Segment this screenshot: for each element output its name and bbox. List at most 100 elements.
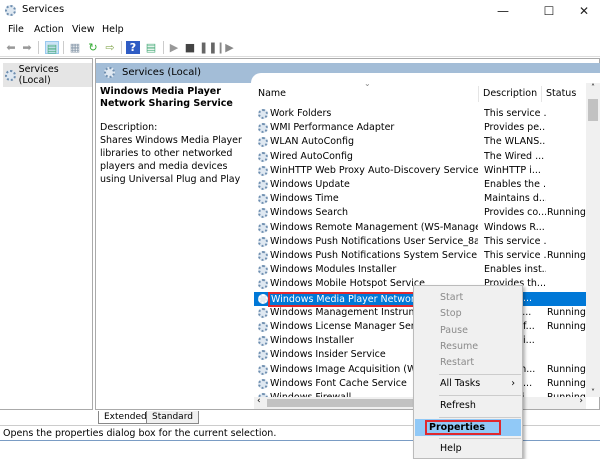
service-name: Work Folders [270,108,332,119]
scroll-thumb[interactable] [267,399,417,407]
selected-service-title: Windows Media Player Network Sharing Ser… [100,86,233,109]
menu-item-restart: Restart [440,357,475,368]
stop-service-icon[interactable]: ■ [183,41,197,54]
service-row[interactable]: WLAN AutoConfig The WLANS... [254,135,586,149]
tree-item-services-local[interactable]: Services (Local) [3,63,92,87]
service-row[interactable]: Windows Remote Management (WS-Management… [254,221,586,235]
service-gear-icon [258,350,268,361]
console-icon[interactable]: ▤ [144,41,158,54]
service-name: Windows Insider Service [270,349,386,361]
service-gear-icon [258,307,268,318]
menu-item-all-tasks[interactable]: All Tasks › [415,375,521,392]
service-name: Windows Push Notifications System Servic… [270,250,478,261]
service-row[interactable]: Windows Time Maintains d... [254,192,586,206]
service-description: The Wired ... [484,150,545,162]
menu-file[interactable]: File [8,24,24,35]
menu-item-start: Start [440,292,464,303]
pane-header-title: Services (Local) [122,67,202,78]
service-description: This service ... [484,235,546,247]
forward-icon[interactable]: ➡ [20,41,34,54]
menu-item-label: Properties [425,420,501,435]
service-gear-icon [258,265,268,276]
service-name: Wired AutoConfig [270,150,353,162]
service-description: Provides pe... [484,122,546,134]
start-service-icon[interactable]: ▶ [167,41,181,54]
service-row[interactable]: Wired AutoConfig The Wired ... [254,150,586,164]
service-name-cell: Windows Modules Installer [258,263,478,277]
service-row[interactable]: Windows Update Enables the ... [254,178,586,192]
service-row[interactable]: Work Folders This service ... [254,107,586,121]
service-name: Windows Update [270,179,350,190]
column-header-status[interactable]: Status [542,86,586,102]
service-status: Running [547,250,586,261]
service-name: Windows Mobile Hotspot Service [270,278,425,290]
service-description: This service ... [484,108,546,119]
service-name-cell: WinHTTP Web Proxy Auto-Discovery Service [258,164,478,178]
vertical-scrollbar[interactable]: ˄ ˅ [586,83,600,397]
menu-action[interactable]: Action [34,24,64,35]
service-row[interactable]: WinHTTP Web Proxy Auto-Discovery Service… [254,164,586,178]
restart-service-icon[interactable]: ❙▶ [216,41,234,54]
menu-item-properties[interactable]: Properties [415,419,521,436]
menu-item-resume: Resume [440,341,479,352]
menu-item-label: All Tasks [440,378,481,389]
menu-item-pause: Pause [440,325,468,336]
service-row[interactable]: Windows Push Notifications User Service_… [254,235,586,249]
services-gear-icon [104,67,115,78]
service-description: Enables inst... [484,264,546,276]
scroll-thumb[interactable] [588,99,598,121]
service-name: Windows Time [270,193,339,205]
column-header-description[interactable]: Description [479,86,542,102]
pause-service-icon[interactable]: ❚❚ [199,41,217,54]
menu-item-refresh[interactable]: Refresh [415,397,521,414]
service-name-cell: Windows Time [258,192,478,206]
submenu-arrow-icon: › [511,378,515,389]
service-description: This service ... [484,250,546,261]
menu-item-help[interactable]: Help [415,440,521,457]
window-title: Services [22,4,65,15]
services-gear-icon [5,69,16,81]
title-bar: Services — ☐ ✕ [0,0,600,22]
service-row[interactable]: WMI Performance Adapter Provides pe... [254,121,586,135]
service-gear-icon [258,364,268,375]
service-name: Windows Modules Installer [270,264,397,276]
service-gear-icon [258,109,268,119]
service-description: The WLANS... [484,136,546,148]
service-gear-icon [258,165,268,176]
tree-item-label: Services (Local) [18,64,59,86]
service-gear-icon [258,322,268,332]
service-row[interactable]: Windows Search Provides co... Running [254,206,586,220]
properties-sheet-icon[interactable]: ▦ [68,41,82,54]
services-gear-icon [5,5,16,16]
description-panel: Windows Media Player Network Sharing Ser… [100,86,250,186]
service-description: Windows R... [484,221,545,233]
service-status: Running [547,363,586,375]
menu-view[interactable]: View [72,24,95,35]
service-name: WMI Performance Adapter [270,122,395,134]
refresh-icon[interactable]: ↻ [86,41,100,54]
service-name: WLAN AutoConfig [270,136,355,148]
service-gear-icon [258,208,268,219]
service-name: Windows License Manager Service [270,321,435,332]
service-name-cell: Work Folders [258,107,478,121]
maximize-button[interactable]: ☐ [531,2,567,20]
services-pane: Services (Local) Windows Media Player Ne… [95,58,600,424]
service-description: WinHTTP i... [484,164,541,176]
service-description: Maintains d... [484,193,546,205]
help-icon[interactable]: ? [126,41,140,54]
tab-standard[interactable]: Standard [146,411,199,424]
export-list-icon[interactable]: ⇨ [103,41,117,54]
menu-help[interactable]: Help [102,24,124,35]
close-button[interactable]: ✕ [566,2,600,20]
column-header-name[interactable]: Name [254,86,479,102]
show-hide-tree-icon[interactable]: ▤ [45,41,59,55]
service-name-cell: Windows Push Notifications User Service_… [258,235,478,249]
minimize-button[interactable]: — [485,2,521,20]
service-row[interactable]: Windows Push Notifications System Servic… [254,249,586,263]
service-status: Running [547,377,586,389]
service-gear-icon [258,194,268,205]
console-tree: Services (Local) [0,58,93,410]
tab-extended[interactable]: Extended [98,411,153,424]
service-row[interactable]: Windows Modules Installer Enables inst..… [254,263,586,277]
back-icon[interactable]: ⬅ [4,41,18,54]
